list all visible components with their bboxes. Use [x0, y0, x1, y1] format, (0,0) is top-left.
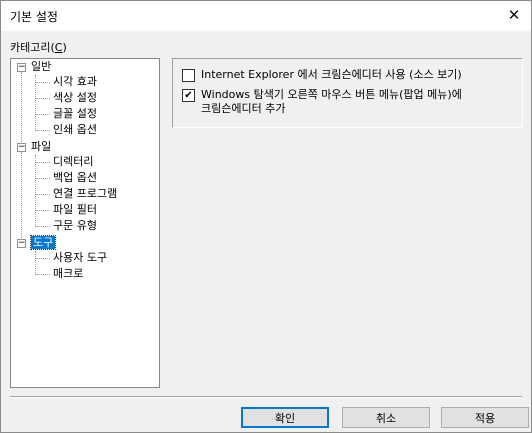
tools-options-panel: Internet Explorer 에서 크림슨에디터 사용 (소스 보기) ✔…: [172, 58, 523, 128]
tree-node-backup-options[interactable]: 백업 옵션: [53, 171, 97, 185]
category-label: 카테고리(C): [10, 41, 67, 54]
explorer-menu-checkbox[interactable]: ✔: [182, 89, 195, 102]
close-icon[interactable]: ✕: [505, 6, 523, 24]
category-tree[interactable]: − 일반 시각 효과 색상 설정 글꼴 설정 인쇄 옵션 − 파일 디렉터리 백…: [10, 58, 160, 388]
tree-node-associated-programs[interactable]: 연결 프로그램: [53, 187, 117, 201]
explorer-menu-label-line2: 크림슨에디터 추가: [201, 102, 286, 115]
tree-node-visual-effects[interactable]: 시각 효과: [53, 75, 97, 89]
tree-node-general[interactable]: 일반: [31, 60, 51, 74]
tree-node-directory[interactable]: 디렉터리: [53, 155, 93, 169]
ie-source-checkbox[interactable]: [182, 69, 195, 82]
tree-node-user-tools[interactable]: 사용자 도구: [53, 251, 107, 265]
tree-node-macro[interactable]: 매크로: [53, 267, 83, 281]
tree-node-font-settings[interactable]: 글꼴 설정: [53, 107, 97, 121]
collapse-icon[interactable]: −: [17, 239, 26, 248]
cancel-button[interactable]: 취소: [342, 407, 430, 428]
collapse-icon[interactable]: −: [17, 63, 26, 72]
ie-source-label: Internet Explorer 에서 크림슨에디터 사용 (소스 보기): [201, 68, 462, 81]
collapse-icon[interactable]: −: [17, 143, 26, 152]
tree-node-syntax-type[interactable]: 구문 유형: [53, 219, 97, 233]
tree-node-file-filter[interactable]: 파일 필터: [53, 203, 97, 217]
tree-node-color-settings[interactable]: 색상 설정: [53, 91, 97, 105]
tree-node-tools[interactable]: 도구: [29, 235, 57, 250]
button-separator: [10, 396, 522, 398]
preferences-dialog: 기본 설정 ✕ 카테고리(C) − 일반 시각 효과 색상 설정 글꼴 설정 인…: [0, 0, 532, 433]
dialog-title: 기본 설정: [10, 10, 58, 24]
tree-node-file[interactable]: 파일: [31, 140, 51, 154]
apply-button[interactable]: 적용: [441, 407, 529, 428]
title-bar: 기본 설정 ✕: [1, 1, 531, 31]
ok-button[interactable]: 확인: [241, 407, 329, 428]
tree-node-print-options[interactable]: 인쇄 옵션: [53, 123, 97, 137]
explorer-menu-label-line1: Windows 탐색기 오른쪽 마우스 버튼 메뉴(팝업 메뉴)에: [201, 88, 462, 101]
